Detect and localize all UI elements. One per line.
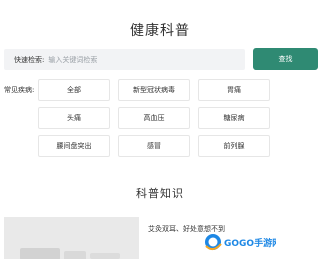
logo-text: GOGO手游网 (224, 237, 276, 249)
disease-tag-hypertension[interactable]: 高血压 (118, 107, 190, 129)
page-title: 健康科普 (130, 23, 190, 39)
disease-tag-diabetes[interactable]: 糖尿病 (198, 107, 270, 129)
search-input[interactable] (48, 49, 245, 70)
watermark-logo-shape (64, 251, 86, 259)
disease-tag-cold[interactable]: 感冒 (118, 135, 190, 157)
disease-tag-covid[interactable]: 新型冠状病毒 (118, 79, 190, 101)
disease-tag-headache[interactable]: 头痛 (38, 107, 110, 129)
watermark-logo-shape (90, 253, 120, 259)
watermark-logo-shape (20, 248, 60, 259)
disease-tag-disc-herniation[interactable]: 腰间盘突出 (38, 135, 110, 157)
disease-tag-prostate[interactable]: 前列腺 (198, 135, 270, 157)
disease-tag-all[interactable]: 全部 (38, 79, 110, 101)
site-logo: GOGO手游网 (205, 234, 276, 250)
health-popular-science-page: 健康科普 快速检索: 查找 常见疾病: 全部 新型冠状病毒 胃痛 头痛 高血压 … (0, 0, 320, 259)
search-button[interactable]: 查找 (253, 48, 318, 70)
search-bar: 快速检索: (4, 49, 245, 70)
disease-tag-stomachache[interactable]: 胃痛 (198, 79, 270, 101)
knowledge-section-title: 科普知识 (136, 187, 184, 200)
article-thumbnail[interactable] (4, 217, 139, 259)
diseases-label: 常见疾病: (4, 86, 35, 94)
search-label: 快速检索: (14, 55, 45, 64)
